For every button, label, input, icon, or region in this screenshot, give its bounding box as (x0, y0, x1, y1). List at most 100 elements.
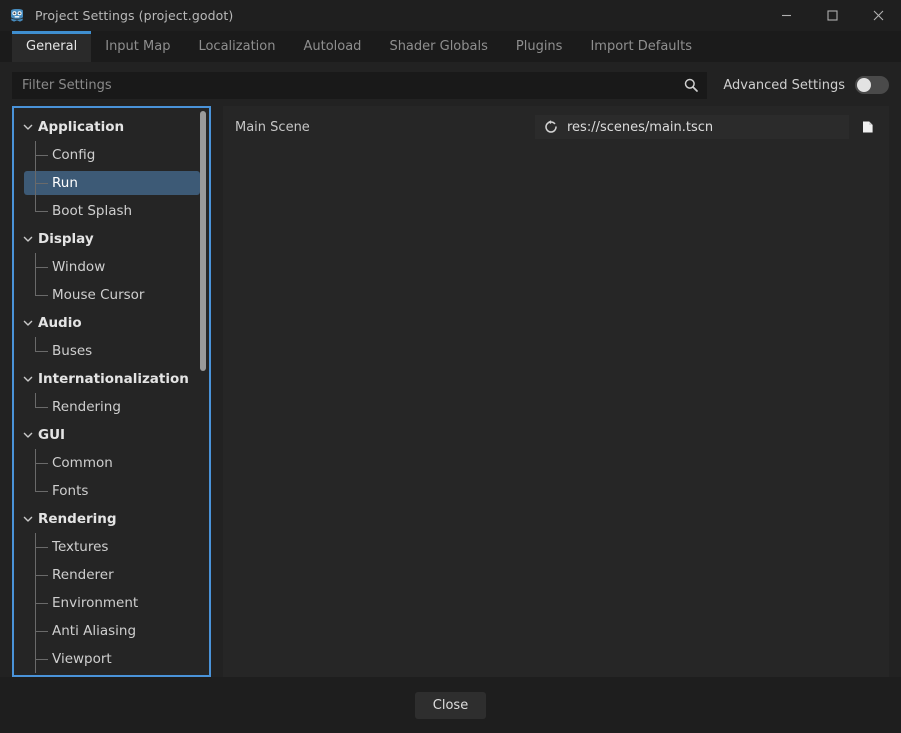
title-bar: Project Settings (project.godot) (0, 0, 901, 31)
tree-connector-horizontal (35, 183, 48, 184)
filter-settings-field[interactable] (12, 72, 707, 99)
tree-item-audio[interactable]: Audio (14, 309, 209, 337)
settings-property-panel: Main Scene res://scenes/main.tscn (223, 106, 889, 677)
tree-item-buses[interactable]: Buses (14, 337, 209, 365)
tree-item-label: Boot Splash (52, 203, 132, 219)
tree-connector-vertical (35, 197, 36, 211)
tree-scroll-area: Application Config Run Boot Splash Display Wi… (14, 108, 209, 675)
godot-robot-icon (8, 7, 26, 25)
window-title: Project Settings (project.godot) (35, 8, 233, 23)
main-scene-value-field[interactable]: res://scenes/main.tscn (535, 115, 849, 139)
tree-item-rendering[interactable]: Rendering (14, 505, 209, 533)
search-icon (683, 77, 699, 93)
tree-connector-horizontal (35, 603, 48, 604)
tree-connector-vertical (35, 477, 36, 491)
tree-connector-horizontal (35, 295, 48, 296)
revert-icon[interactable] (543, 119, 559, 135)
tree-item-gui[interactable]: GUI (14, 421, 209, 449)
tree-item-background (24, 171, 200, 195)
tree-item-textures[interactable]: Textures (14, 533, 209, 561)
tree-connector-horizontal (35, 491, 48, 492)
tree-item-background (24, 479, 200, 503)
tab-shader-globals[interactable]: Shader Globals (375, 31, 501, 62)
tab-input-map[interactable]: Input Map (91, 31, 184, 62)
tree-item-fonts[interactable]: Fonts (14, 477, 209, 505)
tree-item-viewport[interactable]: Viewport (14, 645, 209, 673)
settings-body: Advanced Settings Application Config Run Bo… (0, 62, 901, 677)
tree-connector-horizontal (35, 575, 48, 576)
tree-item-boot-splash[interactable]: Boot Splash (14, 197, 209, 225)
tree-item-label: Mouse Cursor (52, 287, 144, 303)
chevron-down-icon[interactable] (21, 232, 35, 246)
chevron-down-icon[interactable] (21, 512, 35, 526)
tab-label: Shader Globals (389, 39, 487, 54)
tree-connector-horizontal (35, 155, 48, 156)
tree-connector-vertical (35, 281, 36, 295)
tree-item-internationalization[interactable]: Internationalization (14, 365, 209, 393)
close-button[interactable]: Close (415, 692, 486, 719)
tree-item-label: Rendering (52, 399, 121, 415)
tree-item-common[interactable]: Common (14, 449, 209, 477)
tree-connector-horizontal (35, 407, 48, 408)
tree-item-label: Run (52, 175, 78, 191)
tree-item-label: Display (38, 231, 94, 247)
tree-item-label: Buses (52, 343, 92, 359)
folder-icon[interactable] (855, 115, 881, 139)
tree-scrollbar[interactable] (200, 111, 206, 672)
chevron-down-icon[interactable] (21, 316, 35, 330)
tree-connector-horizontal (35, 631, 48, 632)
maximize-icon[interactable] (809, 0, 855, 31)
tab-label: Localization (198, 39, 275, 54)
tree-item-label: Renderer (52, 567, 114, 583)
tab-autoload[interactable]: Autoload (289, 31, 375, 62)
chevron-down-icon[interactable] (21, 372, 35, 386)
tab-plugins[interactable]: Plugins (502, 31, 577, 62)
settings-panels: Application Config Run Boot Splash Display Wi… (12, 106, 889, 677)
property-row-main-scene: Main Scene res://scenes/main.tscn (223, 114, 889, 140)
tree-item-window[interactable]: Window (14, 253, 209, 281)
dialog-footer: Close (0, 677, 901, 733)
tree-item-run[interactable]: Run (14, 169, 209, 197)
tree-item-background (24, 255, 200, 279)
tree-item-label: Internationalization (38, 371, 189, 387)
search-input[interactable] (22, 72, 677, 99)
tree-item-label: Anti Aliasing (52, 623, 136, 639)
tree-item-rendering[interactable]: Rendering (14, 393, 209, 421)
tree-item-anti-aliasing[interactable]: Anti Aliasing (14, 617, 209, 645)
tree-item-label: Audio (38, 315, 82, 331)
advanced-settings-control[interactable]: Advanced Settings (723, 76, 889, 94)
tree-connector-vertical (35, 337, 36, 351)
tab-label: Plugins (516, 39, 563, 54)
tree-item-mouse-cursor[interactable]: Mouse Cursor (14, 281, 209, 309)
tree-item-renderer[interactable]: Renderer (14, 561, 209, 589)
tree-connector-horizontal (35, 351, 48, 352)
chevron-down-icon[interactable] (21, 428, 35, 442)
tab-localization[interactable]: Localization (184, 31, 289, 62)
tree-connector-horizontal (35, 267, 48, 268)
tree-connector-horizontal (35, 547, 48, 548)
advanced-settings-label: Advanced Settings (723, 78, 845, 93)
tree-item-background (24, 535, 200, 559)
close-icon[interactable] (855, 0, 901, 31)
tab-general[interactable]: General (12, 31, 91, 62)
tree-item-application[interactable]: Application (14, 113, 209, 141)
tab-import-defaults[interactable]: Import Defaults (576, 31, 706, 62)
scrollbar-thumb[interactable] (200, 111, 206, 371)
tree-item-config[interactable]: Config (14, 141, 209, 169)
tree-item-label: Common (52, 455, 113, 471)
minimize-icon[interactable] (763, 0, 809, 31)
tree-item-background (24, 339, 200, 363)
tree-item-label: Textures (52, 539, 108, 555)
tree-item-label: Config (52, 147, 95, 163)
tab-label: Autoload (303, 39, 361, 54)
advanced-settings-toggle[interactable] (855, 76, 889, 94)
tree-connector-horizontal (35, 211, 48, 212)
tree-item-label: GUI (38, 427, 65, 443)
tree-item-display[interactable]: Display (14, 225, 209, 253)
tree-item-label: Environment (52, 595, 138, 611)
settings-category-tree[interactable]: Application Config Run Boot Splash Display Wi… (12, 106, 211, 677)
tree-item-environment[interactable]: Environment (14, 589, 209, 617)
toggle-knob (857, 78, 871, 92)
tree-connector-horizontal (35, 659, 48, 660)
chevron-down-icon[interactable] (21, 120, 35, 134)
